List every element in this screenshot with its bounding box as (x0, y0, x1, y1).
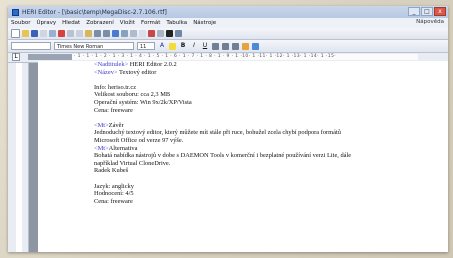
app-icon (12, 8, 19, 16)
document-line: například Virtual CloneDrive. (94, 160, 442, 168)
font-combo[interactable]: Times New Roman (54, 42, 134, 50)
line-text: Cena: freeware (94, 106, 133, 114)
line-text: Hodnocení: 4/5 (94, 190, 134, 198)
font-size-combo[interactable]: 11 (137, 42, 155, 50)
line-text: Jazyk: anglicky (94, 182, 134, 190)
line-text: Microsoft Office od verze 97 výše. (94, 136, 184, 144)
document-line: Velikost souboru: cca 2,3 MB (94, 91, 442, 99)
align-center-icon[interactable] (222, 42, 229, 50)
find-icon[interactable] (139, 30, 146, 37)
document-line: <Mt>Alternativa (94, 145, 442, 153)
open-folder-icon[interactable] (22, 30, 29, 37)
tab-stop-selector[interactable]: L (12, 53, 20, 61)
menu-napoveda[interactable]: Nápověda (416, 19, 444, 25)
document-line: Jazyk: anglicky (94, 183, 442, 191)
bullets-icon[interactable] (242, 42, 249, 50)
line-text: Alternativa (108, 144, 138, 152)
style-tag: <Mt> (94, 144, 109, 152)
font-color-icon[interactable]: A (158, 42, 166, 50)
document-line: <Název> Textový editor (94, 69, 442, 77)
numbering-icon[interactable] (252, 42, 259, 50)
cut-icon[interactable] (67, 30, 74, 37)
document-line: Radek Kubeš (94, 167, 442, 175)
menu-tabulka[interactable]: Tabulka (166, 20, 187, 26)
editor-window: HERI Editor - [\basic\temp\MegaDisc-2.7.… (8, 6, 448, 252)
align-right-icon[interactable] (232, 42, 239, 50)
menu-format[interactable]: Formát (141, 20, 160, 26)
style-tag: <Nadtitulek> (94, 61, 129, 68)
preview-icon[interactable] (49, 30, 56, 37)
link-icon[interactable] (112, 30, 119, 37)
help-icon[interactable] (175, 30, 182, 37)
line-text: Bohatá nabídka nástrojů v dobe s DAEMON … (94, 152, 352, 160)
style-tag: <Mt> (94, 121, 109, 129)
document-line: Operační systém: Win 9x/2k/XP/Vista (94, 99, 442, 107)
columns-icon[interactable] (130, 30, 137, 37)
line-text: Velikost souboru: cca 2,3 MB (94, 91, 171, 99)
style-combo[interactable] (11, 42, 51, 50)
redo-icon[interactable] (103, 30, 110, 37)
menu-vlozit[interactable]: Vložit (120, 20, 135, 26)
format-toolbar: Times New Roman 11 A B I U (8, 40, 448, 53)
line-text: Jednoduchý textový editor, který můžete … (94, 129, 341, 137)
menu-hledat[interactable]: Hledat (62, 20, 80, 26)
ruler-margin (28, 54, 72, 60)
new-document-icon[interactable] (11, 29, 20, 38)
document-line: Microsoft Office od verze 97 výše. (94, 137, 442, 145)
style-tag: <Název> (94, 68, 118, 76)
save-icon[interactable] (31, 30, 38, 37)
spellcheck-icon[interactable] (58, 30, 65, 37)
menu-bar: Soubor Úpravy Hledat Zobrazení Vložit Fo… (8, 18, 448, 28)
document-line: Hodnocení: 4/5 (94, 190, 442, 198)
line-text: například Virtual CloneDrive. (94, 159, 171, 167)
underline-button[interactable]: U (201, 42, 209, 50)
undo-icon[interactable] (94, 30, 101, 37)
standard-toolbar (8, 28, 448, 40)
menu-nastroje[interactable]: Nástroje (193, 20, 216, 26)
menu-upravy[interactable]: Úpravy (36, 20, 56, 26)
italic-button[interactable]: I (190, 42, 198, 50)
document-page[interactable]: <Nadtitulek> HERI Editor 2.0.2 <Název> Te… (38, 61, 448, 252)
print-icon[interactable] (40, 30, 47, 37)
vertical-ruler-gutter (8, 63, 29, 252)
line-text: HERI Editor 2.0.2 (128, 61, 177, 68)
line-text: Radek Kubeš (94, 167, 129, 175)
paste-icon[interactable] (85, 30, 92, 37)
document-line: <Mt>Závěr (94, 122, 442, 130)
highlight-icon[interactable] (169, 42, 176, 50)
vertical-ruler (16, 63, 22, 252)
line-text: Info: heriso.tr.cz (94, 83, 137, 91)
line-text: Textový editor (117, 68, 157, 76)
ruler-ticks: · 1 · 1 · 1 · 2 · 1 · 3 · 1 · 4 · 1 · 5 … (74, 54, 337, 59)
title-bar: HERI Editor - [\basic\temp\MegaDisc-2.7.… (8, 6, 448, 18)
document-line: Cena: freeware (94, 107, 442, 115)
table-icon[interactable] (121, 30, 128, 37)
document-line: Info: heriso.tr.cz (94, 84, 442, 92)
maximize-button[interactable]: □ (421, 7, 433, 16)
document-area: <Nadtitulek> HERI Editor 2.0.2 <Název> Te… (8, 61, 448, 252)
window-controls: _ □ x (408, 7, 446, 16)
document-line: <Nadtitulek> HERI Editor 2.0.2 (94, 61, 442, 69)
paragraph-icon[interactable] (166, 30, 173, 37)
line-text: Operační systém: Win 9x/2k/XP/Vista (94, 98, 192, 106)
close-button[interactable]: x (434, 7, 446, 16)
document-line: Cena: freeware (94, 198, 442, 206)
align-left-icon[interactable] (212, 42, 219, 50)
document-line: Jednoduchý textový editor, který můžete … (94, 129, 442, 137)
line-text: Závěr (108, 121, 124, 129)
zoom-icon[interactable] (157, 30, 164, 37)
menu-zobrazeni[interactable]: Zobrazení (86, 20, 114, 26)
copy-icon[interactable] (76, 30, 83, 37)
line-text: Cena: freeware (94, 197, 133, 205)
document-line: Bohatá nabídka nástrojů v dobe s DAEMON … (94, 152, 442, 160)
menu-soubor[interactable]: Soubor (11, 20, 30, 26)
bold-button[interactable]: B (179, 42, 187, 50)
minimize-button[interactable]: _ (408, 7, 420, 16)
replace-icon[interactable] (148, 30, 155, 37)
window-title: HERI Editor - [\basic\temp\MegaDisc-2.7.… (22, 8, 167, 16)
